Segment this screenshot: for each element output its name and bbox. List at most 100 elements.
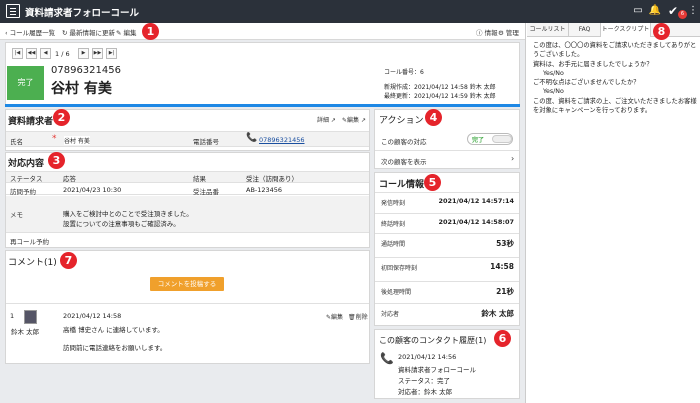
call-info-divider	[375, 281, 519, 282]
visit-row	[6, 183, 369, 195]
history-person: 対応者：鈴木 太郎	[398, 388, 453, 396]
required-mark: *	[52, 134, 57, 144]
call-info-divider	[375, 213, 519, 214]
requester-detail-link[interactable]: 詳細 ↗	[317, 115, 336, 124]
script-line: を対象にキャンペーンを行っております。	[533, 107, 652, 115]
chevron-right-icon[interactable]: ›	[511, 154, 514, 163]
next-fast-button[interactable]: ▶▶	[92, 48, 103, 59]
visit-value: 2021/04/23 10:30	[63, 186, 122, 194]
prev-fast-button[interactable]: ◀◀	[26, 48, 37, 59]
script-line: 資料は、お手元に届きましたでしょうか？	[533, 60, 653, 68]
call-info-value: 鈴木 太郎	[481, 309, 514, 318]
comment-line-1: 高橋 博史さん に連絡しています。	[63, 326, 164, 334]
comment-divider	[6, 303, 369, 304]
script-line: この度は、〇〇〇の資料をご請求いただきましてありがと	[533, 42, 697, 49]
callout-5: 5	[424, 174, 441, 191]
refresh-link[interactable]: ↻ 最新情報に更新	[62, 27, 115, 37]
avatar	[24, 310, 37, 324]
call-info-label: 初回保存時刻	[381, 265, 418, 272]
call-info-value: 14:58	[490, 262, 514, 271]
recall-label: 再コール予約	[10, 238, 49, 246]
comment-line-2: 訪問前に電話連絡をお願いします。	[63, 344, 167, 352]
tab-talk-script[interactable]: トークスクリプト	[601, 23, 651, 37]
created-info: 新規作成：2021/04/12 14:58 鈴木 太郎	[384, 84, 496, 91]
call-info-divider	[375, 303, 519, 304]
contact-history-title: この顧客のコンタクト履歴(1)	[379, 336, 487, 345]
name-label: 氏名	[10, 138, 23, 146]
call-info-value: 2021/04/12 14:58:07	[438, 218, 514, 226]
call-info-label: 終話時刻	[381, 221, 406, 228]
next-button[interactable]: ▶	[78, 48, 89, 59]
callout-2: 2	[53, 109, 70, 126]
post-comment-button[interactable]: コメントを投稿する	[150, 277, 224, 291]
panel-toggle-icon[interactable]: ▭	[631, 4, 645, 18]
action-title: アクション	[379, 116, 424, 126]
callout-4: 4	[425, 109, 442, 126]
right-tabs: コールリスト FAQ トークスクリプト	[527, 23, 700, 37]
header-accent-bar	[5, 104, 520, 107]
phone-link[interactable]: 07896321456	[259, 136, 305, 144]
comments-title: コメント(1)	[8, 258, 57, 268]
script-line: Yes/No	[543, 88, 564, 96]
comment-delete-link[interactable]: 🗑削除	[348, 312, 368, 321]
edit-link[interactable]: ✎ 編集	[116, 27, 137, 37]
status-label: ステータス	[10, 175, 43, 183]
customer-status-label: この顧客の対応	[381, 138, 427, 146]
name-value: 谷村 有美	[64, 136, 90, 145]
header-phone: 07896321456	[51, 65, 121, 76]
status-row	[6, 171, 369, 183]
bell-icon[interactable]: 🔔	[648, 4, 662, 18]
call-info-divider	[375, 233, 519, 234]
next-customer-link[interactable]: 次の顧客を表示	[381, 156, 427, 166]
call-info-title: コール情報	[379, 180, 425, 190]
callout-8: 8	[653, 23, 670, 40]
call-info-label: 発信時刻	[381, 200, 406, 207]
history-date: 2021/04/12 14:56	[398, 353, 457, 361]
script-line: ご不明な点はございませんでしたか？	[533, 79, 640, 87]
call-info-value: 2021/04/12 14:57:14	[438, 197, 514, 205]
complete-toggle[interactable]: 完了	[467, 133, 513, 145]
manage-link[interactable]: ⚙ 管理	[498, 27, 519, 37]
record-toolbar: ‹ コール履歴一覧 ↻ 最新情報に更新 ✎ 編集 ⓘ 情報 ⚙ 管理	[0, 23, 525, 40]
comment-author: 鈴木 太郎	[11, 328, 40, 336]
comment-edit-link[interactable]: ✎編集	[326, 312, 343, 321]
visit-label: 訪問予約	[10, 188, 36, 196]
history-campaign[interactable]: 資料請求者フォローコール	[398, 364, 476, 374]
top-bar: 資料請求者フォローコール ▭ 🔔 ✔ 6 ⋮	[0, 0, 700, 23]
response-title: 対応内容	[8, 159, 45, 169]
call-info-divider	[375, 257, 519, 258]
last-page-button[interactable]: ▶|	[106, 48, 117, 59]
history-status: ステータス：完了	[398, 377, 450, 385]
first-page-button[interactable]: |◀	[12, 48, 23, 59]
app-title: 資料請求者フォローコール	[25, 8, 140, 19]
status-value: 応答	[63, 175, 76, 183]
prev-button[interactable]: ◀	[40, 48, 51, 59]
status-badge: 完了	[7, 66, 44, 100]
order-label: 受注品番	[193, 188, 219, 196]
memo-line-2: 設置についての注意事項もご確認済み。	[63, 220, 180, 228]
talk-script: この度は、〇〇〇の資料をご請求いただきましてありがと うございました。 資料は、…	[533, 41, 698, 115]
call-number: コール番号：6	[384, 69, 424, 76]
app-menu-icon[interactable]	[6, 4, 20, 18]
memo-line-1: 購入をご検討中とのことで受注頂きました。	[63, 210, 193, 218]
script-line: Yes/No	[543, 69, 564, 77]
phone-label: 電話番号	[193, 138, 219, 146]
tab-faq[interactable]: FAQ	[569, 23, 601, 37]
more-icon[interactable]: ⋮	[686, 4, 700, 18]
phone-icon: 📞	[246, 133, 258, 143]
requester-edit-link[interactable]: ✎編集 ↗	[342, 115, 366, 124]
order-value: AB-123456	[246, 186, 283, 194]
header-name: 谷村 有美	[51, 81, 112, 97]
back-link[interactable]: ‹ コール履歴一覧	[5, 27, 55, 37]
callout-3: 3	[48, 152, 65, 169]
call-info-label: 通話時間	[381, 241, 406, 248]
callout-1: 1	[142, 23, 159, 40]
requester-row	[6, 131, 369, 147]
requester-title: 資料請求者	[8, 117, 54, 127]
call-info-label: 後処理時間	[381, 289, 412, 296]
memo-label: メモ	[10, 211, 23, 219]
info-link[interactable]: ⓘ 情報	[476, 27, 498, 37]
tab-call-list[interactable]: コールリスト	[527, 23, 569, 37]
call-info-value: 53秒	[496, 239, 514, 248]
script-line: この度、資料をご請求の上、ご注文いただきましたお客様	[533, 97, 697, 105]
